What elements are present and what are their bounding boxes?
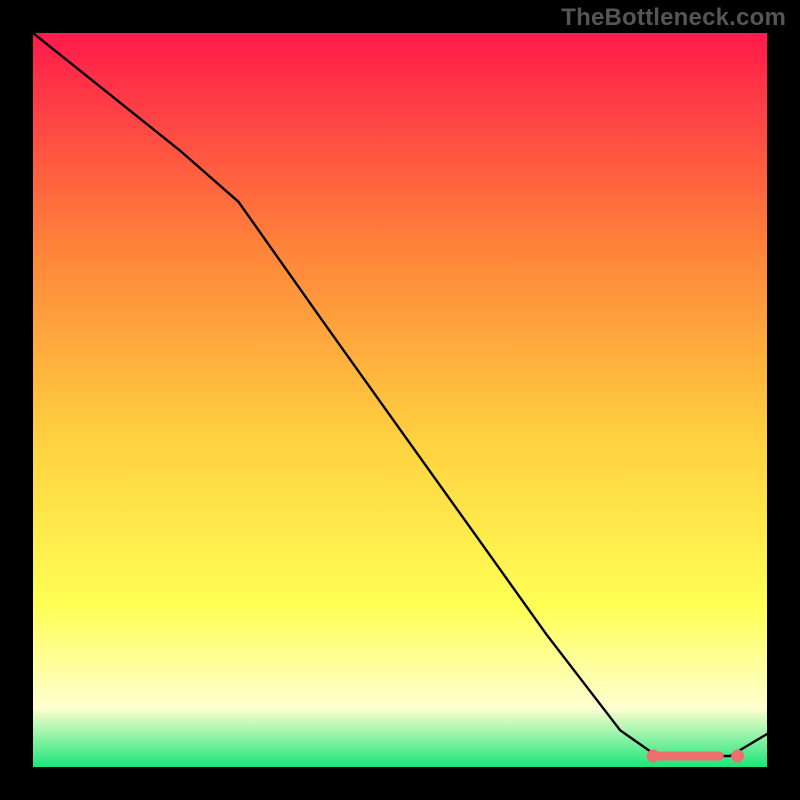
plot-svg (33, 33, 767, 767)
chart-frame: TheBottleneck.com (0, 0, 800, 800)
gradient-background (33, 33, 767, 767)
plot-area (33, 33, 767, 767)
marker-start (647, 749, 660, 762)
watermark-text: TheBottleneck.com (561, 4, 786, 32)
marker-end (731, 749, 744, 762)
